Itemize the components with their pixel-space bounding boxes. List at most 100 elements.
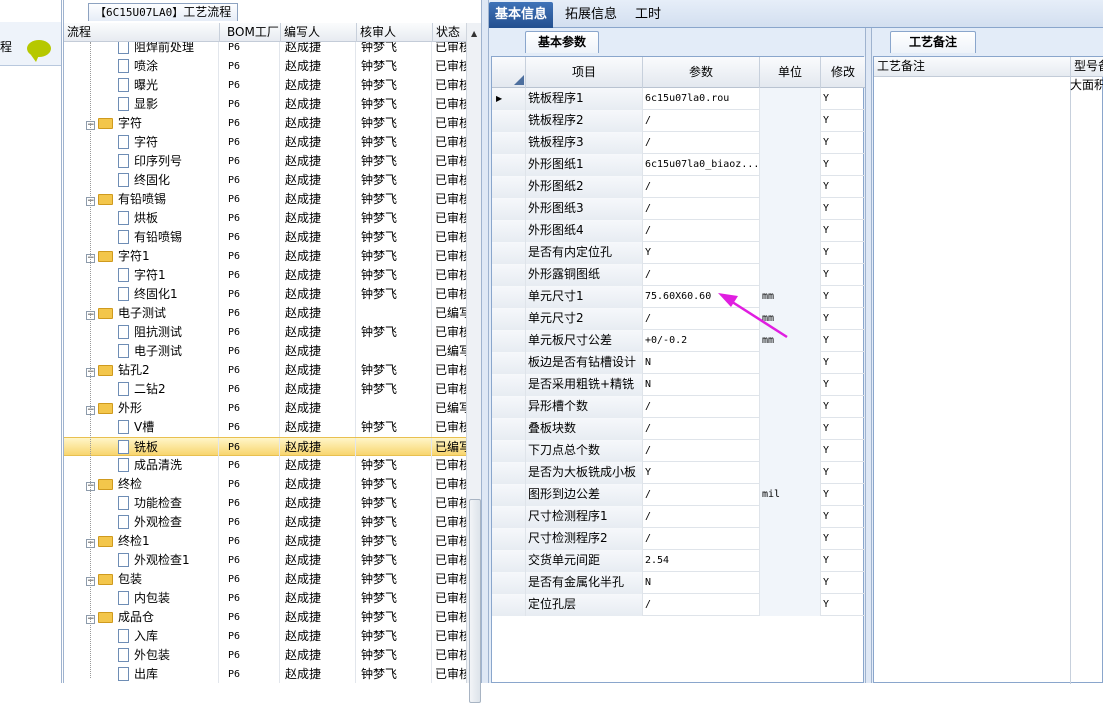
row-indicator[interactable] [492,242,526,264]
param-value-cell[interactable]: Y [643,242,760,264]
tree-row[interactable]: − 钻孔2 P6 赵成捷 钟梦飞 已审核 [64,361,466,380]
row-indicator[interactable] [492,528,526,550]
param-value-cell[interactable]: / [643,418,760,440]
tree-row[interactable]: 终固化1 P6 赵成捷 钟梦飞 已审核 [64,285,466,304]
tree-row[interactable]: − 字符 P6 赵成捷 钟梦飞 已审核 [64,114,466,133]
params-row[interactable]: 单元板尺寸公差 +0/-0.2 mm Y [492,330,865,352]
row-indicator[interactable] [492,154,526,176]
row-indicator[interactable] [492,308,526,330]
params-row[interactable]: 是否有金属化半孔 N Y [492,572,865,594]
params-row[interactable]: 外形图纸1 6c15u07la0_biaoz... Y [492,154,865,176]
param-unit-cell[interactable] [760,198,821,220]
tree-row[interactable]: 曝光 P6 赵成捷 钟梦飞 已审核 [64,76,466,95]
row-indicator[interactable] [492,484,526,506]
param-unit-cell[interactable]: mm [760,308,821,330]
tree-node[interactable]: − 成品仓 [64,608,219,627]
tree-row[interactable]: − 终检 P6 赵成捷 钟梦飞 已审核 [64,475,466,494]
col-header-bom[interactable]: BOM工厂 [224,23,281,42]
tree-node[interactable]: 入库 [64,627,219,646]
tree-row[interactable]: 阻焊前处理 P6 赵成捷 钟梦飞 已审核 [64,42,466,57]
col-header-process-notes[interactable]: 工艺备注 [874,57,1071,77]
row-indicator[interactable] [492,374,526,396]
params-row[interactable]: 外形图纸3/ Y [492,198,865,220]
chat-bubble-icon[interactable] [27,40,51,62]
param-value-cell[interactable]: N [643,572,760,594]
tab-extended-info[interactable]: 拓展信息 [559,2,623,28]
tree-node[interactable]: − 包装 [64,570,219,589]
scrollbar-thumb[interactable] [469,499,481,703]
param-value-cell[interactable]: 6c15u07la0_biaoz... [643,154,760,176]
param-unit-cell[interactable] [760,88,821,110]
col-header-reviewer[interactable]: 核审人 [357,23,433,42]
param-unit-cell[interactable] [760,594,821,616]
params-row[interactable]: 尺寸检测程序2/ Y [492,528,865,550]
row-indicator[interactable] [492,550,526,572]
tree-row[interactable]: − 外形 P6 赵成捷 已编写 [64,399,466,418]
params-row[interactable]: 是否有内定位孔 Y Y [492,242,865,264]
process-flow-tab[interactable]: 【6C15U07LA0】工艺流程 [88,3,239,21]
params-row[interactable]: 板边是否有钻槽设计 N Y [492,352,865,374]
tree-node[interactable]: 铣板 [64,438,219,457]
param-value-cell[interactable]: / [643,110,760,132]
tab-basic-info[interactable]: 基本信息 [489,2,554,28]
param-value-cell[interactable]: +0/-0.2 [643,330,760,352]
tree-node[interactable]: 阻焊前处理 [64,42,219,57]
params-row[interactable]: ▶ 铣板程序1 6c15u07la0.rou Y [492,88,865,110]
col-header-flow[interactable]: 流程 [64,23,220,42]
row-indicator[interactable] [492,440,526,462]
param-unit-cell[interactable] [760,572,821,594]
tree-row[interactable]: 印序列号 P6 赵成捷 钟梦飞 已审核 [64,152,466,171]
panel-splitter[interactable] [481,0,489,683]
tree-row[interactable]: 阻抗测试 P6 赵成捷 钟梦飞 已审核 [64,323,466,342]
param-modify-cell[interactable]: Y [821,176,865,198]
tree-row[interactable]: 字符1 P6 赵成捷 钟梦飞 已审核 [64,266,466,285]
tree-node[interactable]: 终固化1 [64,285,219,304]
tree-row[interactable]: − 包装 P6 赵成捷 钟梦飞 已审核 [64,570,466,589]
param-modify-cell[interactable]: Y [821,264,865,286]
scroll-up-arrow-icon[interactable]: ▲ [471,29,477,38]
tree-node[interactable]: 终固化 [64,171,219,190]
param-unit-cell[interactable]: mm [760,330,821,352]
tree-row[interactable]: 显影 P6 赵成捷 钟梦飞 已审核 [64,95,466,114]
row-indicator[interactable] [492,110,526,132]
tree-row[interactable]: 外观检查 P6 赵成捷 钟梦飞 已审核 [64,513,466,532]
tree-row[interactable]: V槽 P6 赵成捷 钟梦飞 已审核 [64,418,466,437]
basic-params-tab[interactable]: 基本参数 [525,31,600,53]
param-unit-cell[interactable] [760,550,821,572]
params-row[interactable]: 外形图纸2/ Y [492,176,865,198]
param-unit-cell[interactable] [760,418,821,440]
tree-node[interactable]: 二钻2 [64,380,219,399]
params-row[interactable]: 叠板块数 / Y [492,418,865,440]
params-row[interactable]: 铣板程序2/ Y [492,110,865,132]
tree-row[interactable]: − 字符1 P6 赵成捷 钟梦飞 已审核 [64,247,466,266]
param-unit-cell[interactable] [760,176,821,198]
row-indicator[interactable] [492,198,526,220]
tree-node[interactable]: 显影 [64,95,219,114]
param-value-cell[interactable]: / [643,396,760,418]
param-unit-cell[interactable] [760,506,821,528]
tree-row[interactable]: 铣板 P6 赵成捷 已编写 [64,437,466,457]
tree-row[interactable]: 喷涂 P6 赵成捷 钟梦飞 已审核 [64,57,466,76]
param-value-cell[interactable]: N [643,352,760,374]
tree-node[interactable]: − 钻孔2 [64,361,219,380]
tree-row[interactable]: 电子测试 P6 赵成捷 已编写 [64,342,466,361]
tree-node[interactable]: − 有铅喷锡 [64,190,219,209]
row-indicator[interactable] [492,330,526,352]
col-header-modify[interactable]: 修改 [821,57,865,88]
params-row[interactable]: 铣板程序3/ Y [492,132,865,154]
row-indicator[interactable] [492,286,526,308]
param-modify-cell[interactable]: Y [821,242,865,264]
tree-node[interactable]: − 外形 [64,399,219,418]
tree-node[interactable]: 外包装 [64,646,219,665]
params-row[interactable]: 定位孔层 / Y [492,594,865,616]
param-modify-cell[interactable]: Y [821,154,865,176]
tree-node[interactable]: 曝光 [64,76,219,95]
param-value-cell[interactable]: / [643,528,760,550]
param-modify-cell[interactable]: Y [821,506,865,528]
col-header-model-notes[interactable]: 型号备 [1071,57,1103,77]
param-modify-cell[interactable]: Y [821,132,865,154]
params-row[interactable]: 交货单元间距 2.54 Y [492,550,865,572]
param-unit-cell[interactable] [760,528,821,550]
param-value-cell[interactable]: / [643,506,760,528]
param-value-cell[interactable]: 6c15u07la0.rou [643,88,760,110]
